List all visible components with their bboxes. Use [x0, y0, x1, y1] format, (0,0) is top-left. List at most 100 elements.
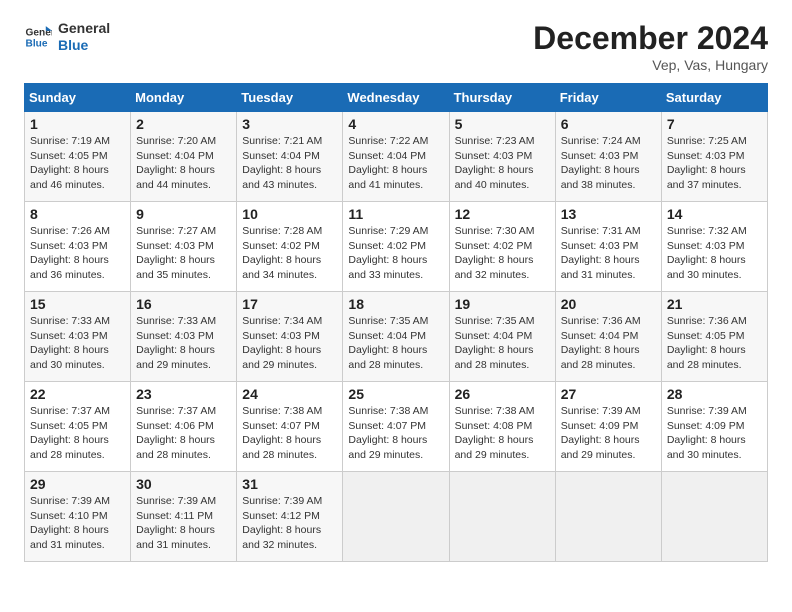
- calendar-cell: 8Sunrise: 7:26 AMSunset: 4:03 PMDaylight…: [25, 202, 131, 292]
- day-detail: Sunrise: 7:36 AMSunset: 4:04 PMDaylight:…: [561, 314, 656, 373]
- day-number: 12: [455, 206, 550, 222]
- calendar-cell: 23 Sunrise: 7:37 AMSunset: 4:06 PMDayligh…: [131, 382, 237, 472]
- day-detail: Sunrise: 7:39 AMSunset: 4:10 PMDaylight:…: [30, 494, 125, 553]
- day-header-sunday: Sunday: [25, 84, 131, 112]
- day-header-thursday: Thursday: [449, 84, 555, 112]
- calendar-cell: 5 Sunrise: 7:23 AMSunset: 4:03 PMDaylight…: [449, 112, 555, 202]
- calendar-cell: 7 Sunrise: 7:25 AMSunset: 4:03 PMDaylight…: [661, 112, 767, 202]
- calendar-cell: 2 Sunrise: 7:20 AMSunset: 4:04 PMDaylight…: [131, 112, 237, 202]
- day-number: 30: [136, 476, 231, 492]
- day-detail: Sunrise: 7:34 AMSunset: 4:03 PMDaylight:…: [242, 314, 337, 373]
- day-number: 13: [561, 206, 656, 222]
- calendar-cell: 1 Sunrise: 7:19 AMSunset: 4:05 PMDaylight…: [25, 112, 131, 202]
- day-number: 22: [30, 386, 125, 402]
- calendar-cell: 17 Sunrise: 7:34 AMSunset: 4:03 PMDayligh…: [237, 292, 343, 382]
- logo-icon: General Blue: [24, 23, 52, 51]
- calendar-cell: 26Sunrise: 7:38 AMSunset: 4:08 PMDayligh…: [449, 382, 555, 472]
- day-number: 1: [30, 116, 125, 132]
- day-detail: Sunrise: 7:37 AMSunset: 4:06 PMDaylight:…: [136, 404, 231, 463]
- svg-text:Blue: Blue: [26, 38, 48, 49]
- day-header-wednesday: Wednesday: [343, 84, 449, 112]
- day-detail: Sunrise: 7:31 AMSunset: 4:03 PMDaylight:…: [561, 224, 656, 283]
- calendar-cell: 29 Sunrise: 7:39 AMSunset: 4:10 PMDayligh…: [25, 472, 131, 562]
- day-number: 16: [136, 296, 231, 312]
- calendar-cell: 28 Sunrise: 7:39 AMSunset: 4:09 PMDayligh…: [661, 382, 767, 472]
- day-number: 9: [136, 206, 231, 222]
- calendar-cell: 6 Sunrise: 7:24 AMSunset: 4:03 PMDaylight…: [555, 112, 661, 202]
- day-number: 8: [30, 206, 125, 222]
- calendar-cell: 24 Sunrise: 7:38 AMSunset: 4:07 PMDayligh…: [237, 382, 343, 472]
- day-detail: Sunrise: 7:36 AMSunset: 4:05 PMDaylight:…: [667, 314, 762, 373]
- calendar-cell: 3 Sunrise: 7:21 AMSunset: 4:04 PMDaylight…: [237, 112, 343, 202]
- day-detail: Sunrise: 7:25 AMSunset: 4:03 PMDaylight:…: [667, 134, 762, 193]
- calendar-cell: 9 Sunrise: 7:27 AMSunset: 4:03 PMDaylight…: [131, 202, 237, 292]
- day-number: 11: [348, 206, 443, 222]
- day-header-friday: Friday: [555, 84, 661, 112]
- calendar-cell: 14 Sunrise: 7:32 AMSunset: 4:03 PMDayligh…: [661, 202, 767, 292]
- logo-line1: General: [58, 20, 110, 37]
- calendar-week-row: 15 Sunrise: 7:33 AMSunset: 4:03 PMDayligh…: [25, 292, 768, 382]
- day-detail: Sunrise: 7:35 AMSunset: 4:04 PMDaylight:…: [348, 314, 443, 373]
- day-number: 29: [30, 476, 125, 492]
- day-detail: Sunrise: 7:39 AMSunset: 4:09 PMDaylight:…: [667, 404, 762, 463]
- calendar-cell: 30 Sunrise: 7:39 AMSunset: 4:11 PMDayligh…: [131, 472, 237, 562]
- day-number: 17: [242, 296, 337, 312]
- day-detail: Sunrise: 7:21 AMSunset: 4:04 PMDaylight:…: [242, 134, 337, 193]
- day-detail: Sunrise: 7:24 AMSunset: 4:03 PMDaylight:…: [561, 134, 656, 193]
- calendar-cell: 20Sunrise: 7:36 AMSunset: 4:04 PMDayligh…: [555, 292, 661, 382]
- day-number: 3: [242, 116, 337, 132]
- day-detail: Sunrise: 7:35 AMSunset: 4:04 PMDaylight:…: [455, 314, 550, 373]
- day-detail: Sunrise: 7:30 AMSunset: 4:02 PMDaylight:…: [455, 224, 550, 283]
- day-detail: Sunrise: 7:27 AMSunset: 4:03 PMDaylight:…: [136, 224, 231, 283]
- day-number: 14: [667, 206, 762, 222]
- calendar-cell: 16Sunrise: 7:33 AMSunset: 4:03 PMDayligh…: [131, 292, 237, 382]
- day-number: 5: [455, 116, 550, 132]
- calendar-cell: 12 Sunrise: 7:30 AMSunset: 4:02 PMDayligh…: [449, 202, 555, 292]
- calendar-cell: 4 Sunrise: 7:22 AMSunset: 4:04 PMDaylight…: [343, 112, 449, 202]
- day-number: 7: [667, 116, 762, 132]
- calendar-table: SundayMondayTuesdayWednesdayThursdayFrid…: [24, 83, 768, 562]
- day-detail: Sunrise: 7:22 AMSunset: 4:04 PMDaylight:…: [348, 134, 443, 193]
- day-number: 26: [455, 386, 550, 402]
- day-number: 6: [561, 116, 656, 132]
- day-number: 21: [667, 296, 762, 312]
- page-header: General Blue General Blue December 2024 …: [24, 20, 768, 73]
- calendar-cell: 13 Sunrise: 7:31 AMSunset: 4:03 PMDayligh…: [555, 202, 661, 292]
- day-number: 18: [348, 296, 443, 312]
- logo: General Blue General Blue: [24, 20, 110, 54]
- calendar-cell: [555, 472, 661, 562]
- title-area: December 2024 Vep, Vas, Hungary: [533, 20, 768, 73]
- calendar-week-row: 8Sunrise: 7:26 AMSunset: 4:03 PMDaylight…: [25, 202, 768, 292]
- calendar-cell: 18 Sunrise: 7:35 AMSunset: 4:04 PMDayligh…: [343, 292, 449, 382]
- day-detail: Sunrise: 7:39 AMSunset: 4:11 PMDaylight:…: [136, 494, 231, 553]
- calendar-week-row: 1 Sunrise: 7:19 AMSunset: 4:05 PMDaylight…: [25, 112, 768, 202]
- calendar-cell: 27Sunrise: 7:39 AMSunset: 4:09 PMDayligh…: [555, 382, 661, 472]
- day-header-monday: Monday: [131, 84, 237, 112]
- calendar-cell: 31Sunrise: 7:39 AMSunset: 4:12 PMDayligh…: [237, 472, 343, 562]
- day-number: 23: [136, 386, 231, 402]
- day-detail: Sunrise: 7:32 AMSunset: 4:03 PMDaylight:…: [667, 224, 762, 283]
- day-detail: Sunrise: 7:23 AMSunset: 4:03 PMDaylight:…: [455, 134, 550, 193]
- calendar-cell: [449, 472, 555, 562]
- calendar-cell: 25 Sunrise: 7:38 AMSunset: 4:07 PMDayligh…: [343, 382, 449, 472]
- day-header-tuesday: Tuesday: [237, 84, 343, 112]
- day-number: 4: [348, 116, 443, 132]
- day-detail: Sunrise: 7:20 AMSunset: 4:04 PMDaylight:…: [136, 134, 231, 193]
- calendar-week-row: 22Sunrise: 7:37 AMSunset: 4:05 PMDayligh…: [25, 382, 768, 472]
- day-number: 25: [348, 386, 443, 402]
- day-number: 2: [136, 116, 231, 132]
- day-detail: Sunrise: 7:29 AMSunset: 4:02 PMDaylight:…: [348, 224, 443, 283]
- calendar-cell: 11 Sunrise: 7:29 AMSunset: 4:02 PMDayligh…: [343, 202, 449, 292]
- calendar-cell: 19Sunrise: 7:35 AMSunset: 4:04 PMDayligh…: [449, 292, 555, 382]
- day-detail: Sunrise: 7:19 AMSunset: 4:05 PMDaylight:…: [30, 134, 125, 193]
- day-number: 10: [242, 206, 337, 222]
- day-number: 24: [242, 386, 337, 402]
- day-number: 28: [667, 386, 762, 402]
- day-detail: Sunrise: 7:38 AMSunset: 4:07 PMDaylight:…: [242, 404, 337, 463]
- day-detail: Sunrise: 7:33 AMSunset: 4:03 PMDaylight:…: [30, 314, 125, 373]
- calendar-cell: 15 Sunrise: 7:33 AMSunset: 4:03 PMDayligh…: [25, 292, 131, 382]
- day-detail: Sunrise: 7:38 AMSunset: 4:07 PMDaylight:…: [348, 404, 443, 463]
- calendar-cell: 21 Sunrise: 7:36 AMSunset: 4:05 PMDayligh…: [661, 292, 767, 382]
- day-number: 15: [30, 296, 125, 312]
- logo-line2: Blue: [58, 37, 110, 54]
